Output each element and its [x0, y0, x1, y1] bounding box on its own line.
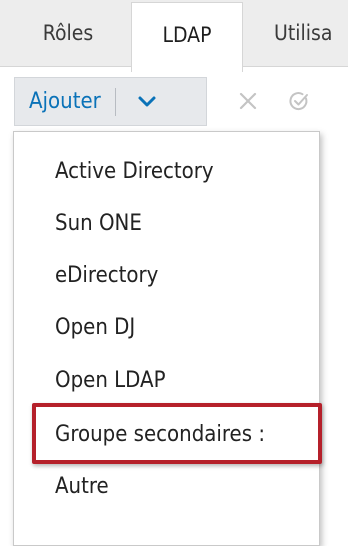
split-separator	[114, 87, 116, 116]
add-split-button: Ajouter	[14, 77, 207, 126]
toolbar: Ajouter	[0, 66, 348, 132]
menu-item-active-directory[interactable]: Active Directory	[14, 145, 319, 197]
add-button[interactable]: Ajouter	[15, 78, 101, 125]
menu-item-groupe-secondaires[interactable]: Groupe secondaires :	[14, 408, 319, 460]
menu-item-open-ldap[interactable]: Open LDAP	[14, 354, 319, 406]
add-dropdown-menu: Active Directory Sun ONE eDirectory Open…	[13, 131, 322, 546]
tab-bar: Rôles LDAP Utilisa	[0, 0, 348, 72]
menu-item-sun-one[interactable]: Sun ONE	[14, 197, 319, 249]
menu-item-autre[interactable]: Autre	[14, 460, 319, 512]
check-circle-icon[interactable]	[287, 89, 311, 113]
tab-roles[interactable]: Rôles	[16, 0, 120, 66]
chevron-down-icon[interactable]	[136, 91, 158, 113]
close-icon[interactable]	[236, 89, 260, 113]
menu-item-edirectory[interactable]: eDirectory	[14, 249, 319, 301]
tab-utilisateurs[interactable]: Utilisa	[258, 0, 348, 66]
menu-item-open-dj[interactable]: Open DJ	[14, 301, 319, 353]
tab-ldap[interactable]: LDAP	[131, 2, 243, 72]
